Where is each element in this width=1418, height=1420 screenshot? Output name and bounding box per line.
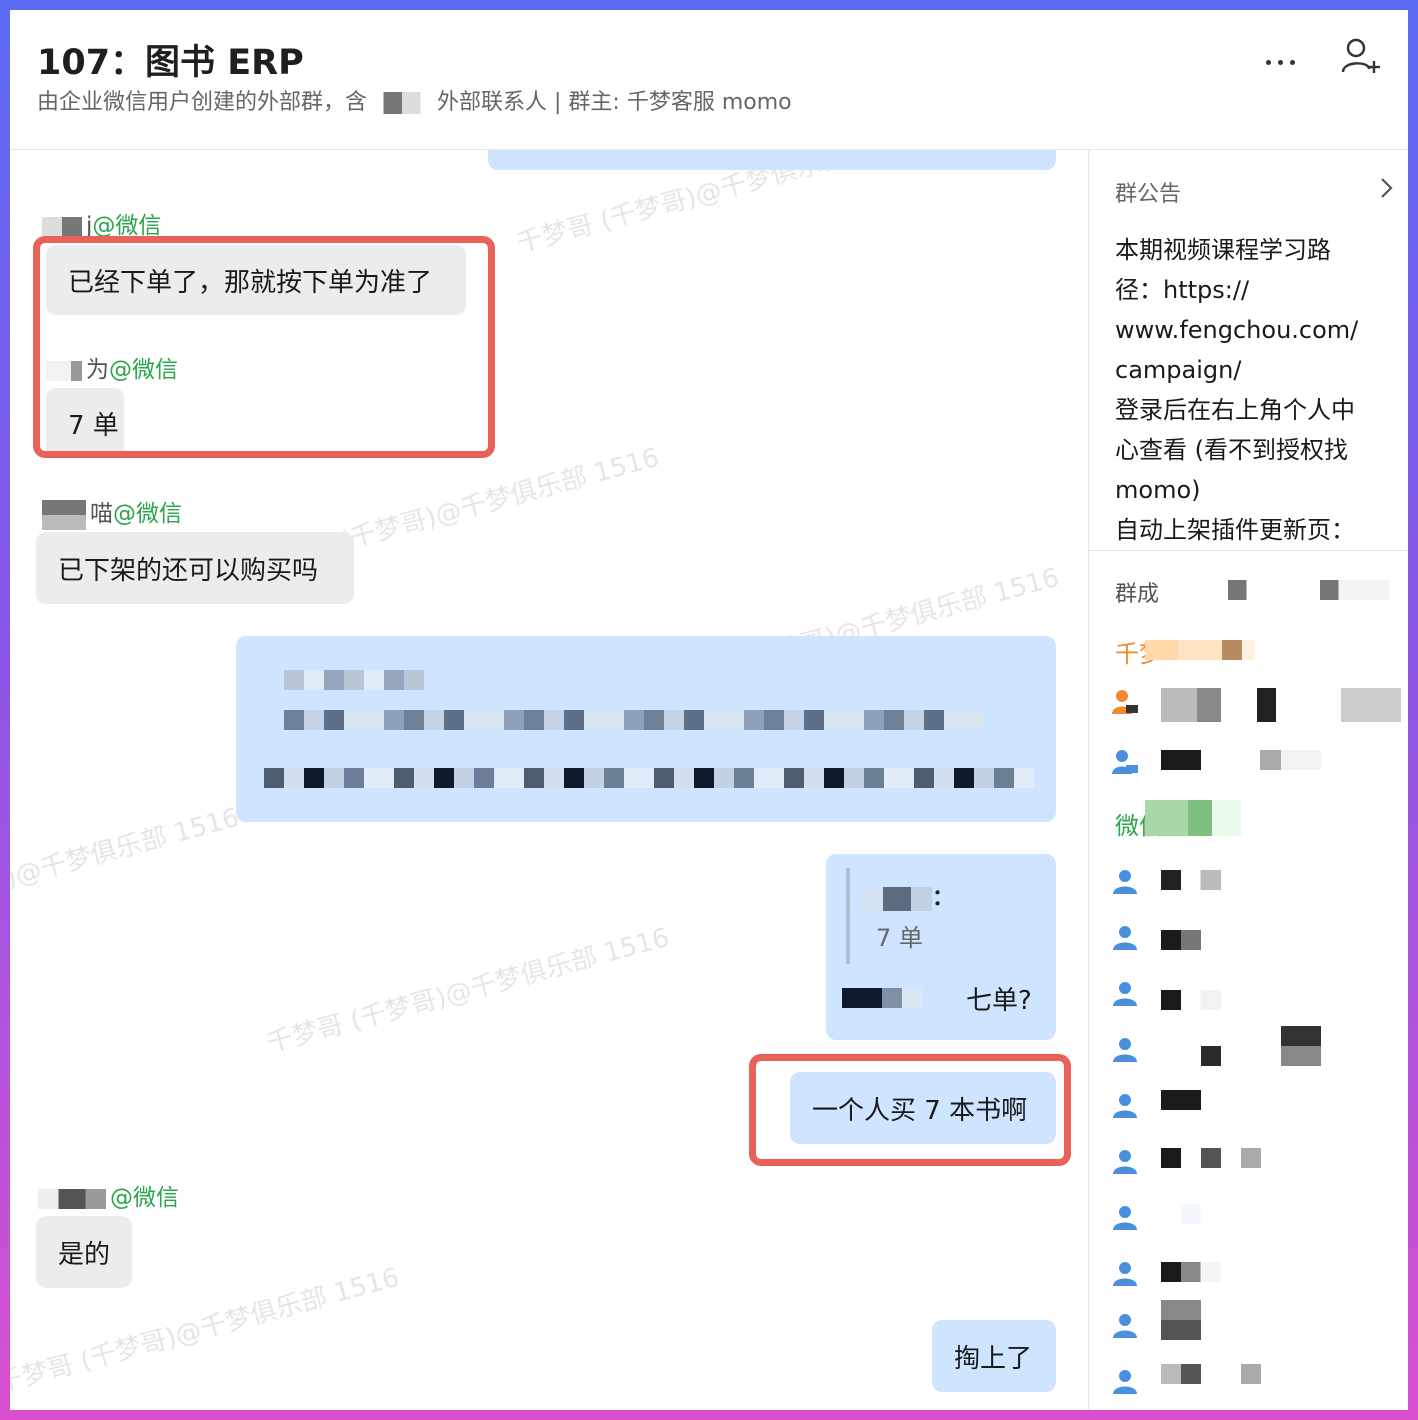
redacted-name: [42, 216, 82, 237]
redacted-name: [1161, 1090, 1201, 1110]
member-icon: [1113, 926, 1137, 950]
subtitle-prefix: 由企业微信用户创建的外部群，含: [37, 90, 368, 115]
quote-bar: [846, 868, 850, 964]
member-row[interactable]: [1111, 744, 1401, 780]
redacted-name: [1145, 800, 1241, 836]
redacted-mention: [842, 988, 922, 1008]
redacted-count: [371, 92, 434, 114]
message-text: 7 单: [68, 410, 119, 441]
watermark: 千梦哥 (千梦哥)@千梦俱乐部 1516: [263, 922, 673, 1060]
redacted-name: [1201, 1046, 1221, 1066]
member-icon: [1113, 1038, 1137, 1062]
admin-member-icon: [1112, 690, 1138, 714]
redacted-name: [1181, 1204, 1201, 1224]
message-bubble-redacted[interactable]: [236, 636, 1056, 822]
message-bubble[interactable]: 已经下单了，那就按下单为准了: [46, 245, 466, 315]
chat-header: 107：图书 ERP 由企业微信用户创建的外部群，含 外部联系人 | 群主: 千梦…: [10, 10, 1408, 150]
member-row[interactable]: [1111, 864, 1401, 900]
redacted-name: [1161, 688, 1401, 722]
message-bubble[interactable]: 已下架的还可以购买吗: [36, 532, 354, 604]
quote-author: ：: [862, 880, 954, 912]
group-info-panel: 群公告 本期视频课程学习路 径：https:// www.fengchou.co…: [1088, 150, 1408, 1410]
add-member-icon[interactable]: [1340, 36, 1380, 76]
member-icon: [1113, 1370, 1137, 1394]
announcement-body: 本期视频课程学习路 径：https:// www.fengchou.com/ c…: [1115, 236, 1359, 544]
member-icon: [1113, 1094, 1137, 1118]
message-bubble[interactable]: 一个人买 7 本书啊: [790, 1072, 1056, 1144]
member-icon: [1113, 982, 1137, 1006]
chevron-right-icon[interactable]: [1379, 176, 1395, 200]
message-bubble[interactable]: 掏上了: [932, 1320, 1056, 1392]
redacted-line: [284, 710, 984, 730]
announcement-title[interactable]: 群公告: [1115, 176, 1181, 208]
member-icon: [1113, 870, 1137, 894]
redacted-name: [38, 1188, 106, 1209]
message-list[interactable]: 千梦哥 (千梦哥)@千梦俱乐部 1516 千梦哥 (千梦哥)@千梦俱乐部 151…: [10, 150, 1088, 1410]
redacted-name: [1145, 640, 1255, 660]
redacted-name: [1161, 1148, 1261, 1168]
message-text: 已经下单了，那就按下单为准了: [68, 267, 433, 298]
redacted-line: [284, 670, 424, 690]
quote-text: 7 单: [876, 924, 923, 952]
member-row[interactable]: [1111, 1300, 1401, 1344]
admin-member-icon: [1112, 750, 1138, 774]
redacted-name: [1161, 930, 1201, 950]
member-row[interactable]: [1111, 1256, 1401, 1292]
more-options-icon[interactable]: [1266, 50, 1306, 65]
member-list-title: 群成: [1115, 582, 1160, 607]
message-bubble[interactable]: 7 单: [46, 388, 124, 458]
message-text: 掏上了: [954, 1343, 1033, 1374]
redacted-count: [1159, 580, 1389, 600]
message-text: 是的: [58, 1239, 111, 1270]
redacted-name: [1161, 870, 1221, 890]
redacted-name: [1161, 990, 1221, 1010]
member-row[interactable]: [1111, 920, 1401, 956]
watermark: 千梦哥 (千梦哥)@千梦俱乐部 1516: [10, 802, 243, 939]
message-bubble[interactable]: 是的: [36, 1216, 132, 1288]
member-row[interactable]: [1111, 1200, 1401, 1236]
sender-name[interactable]: 为@微信: [46, 350, 178, 384]
member-row[interactable]: [1111, 1364, 1401, 1400]
redacted-name: [1161, 1262, 1221, 1282]
redacted-name: [1161, 750, 1321, 770]
redacted-name: [42, 499, 86, 530]
member-row[interactable]: [1111, 684, 1401, 722]
member-row[interactable]: [1111, 1088, 1401, 1124]
member-row[interactable]: [1111, 1026, 1401, 1068]
reply-text: 七单?: [966, 986, 1032, 1016]
message-text: 一个人买 7 本书啊: [812, 1095, 1028, 1126]
divider: [1089, 550, 1408, 551]
sender-name[interactable]: j@微信: [42, 206, 161, 240]
group-title: 107：图书 ERP: [37, 43, 304, 83]
group-subtitle: 由企业微信用户创建的外部群，含 外部联系人 | 群主: 千梦客服 momo: [37, 84, 792, 116]
member-row[interactable]: [1111, 1144, 1401, 1180]
member-icon: [1113, 1150, 1137, 1174]
message-bubble-partial[interactable]: [488, 150, 1056, 170]
app-window: 107：图书 ERP 由企业微信用户创建的外部群，含 外部联系人 | 群主: 千梦…: [10, 10, 1408, 1410]
redacted-line: [264, 768, 1034, 788]
member-row[interactable]: [1111, 976, 1401, 1012]
member-icon: [1113, 1206, 1137, 1230]
member-icon: [1113, 1314, 1137, 1338]
sender-name[interactable]: 喵@微信: [42, 494, 182, 530]
reply-bubble[interactable]: ： 7 单 七单?: [826, 854, 1056, 1040]
message-text: 已下架的还可以购买吗: [58, 555, 319, 586]
sender-name[interactable]: @微信: [38, 1178, 179, 1212]
subtitle-suffix: 外部联系人 | 群主: 千梦客服 momo: [437, 90, 792, 115]
redacted-name: [46, 360, 82, 381]
redacted-name: [1281, 1026, 1321, 1066]
member-icon: [1113, 1262, 1137, 1286]
redacted-name: [1161, 1300, 1201, 1340]
redacted-name: [1161, 1364, 1261, 1384]
